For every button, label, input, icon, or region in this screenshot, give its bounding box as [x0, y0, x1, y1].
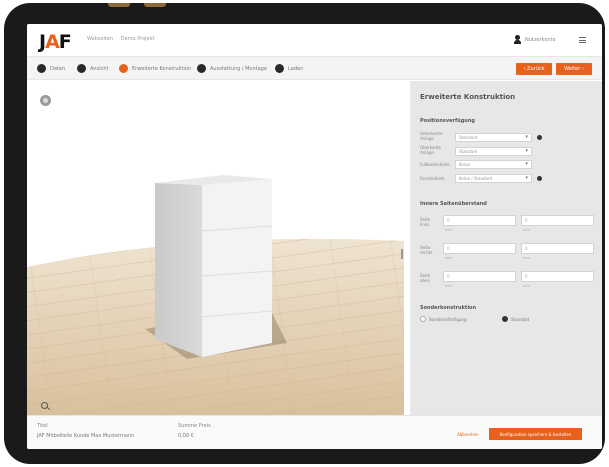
field-label: Oberkante Anlage — [420, 145, 442, 155]
info-icon[interactable] — [537, 135, 542, 140]
option-label: Sonderanfertigung — [429, 316, 467, 322]
step-label: Laden — [288, 65, 304, 72]
step-dot-icon — [119, 64, 128, 73]
value-input[interactable]: 0 — [443, 271, 516, 282]
step-label: Daten — [50, 65, 66, 72]
option-radio[interactable]: Sonderanfertigung — [420, 316, 467, 322]
breadcrumb-item[interactable]: Demo Projekt — [121, 36, 155, 42]
field-label: Seite oben — [420, 273, 431, 283]
settings-panel: Erweiterte Konstruktion Positionsverfügu… — [407, 81, 602, 415]
view-reset-icon[interactable] — [40, 95, 51, 106]
app-screen: JAF Webseiten Demo Projekt Nutzerkonto D… — [27, 24, 602, 449]
next-button[interactable]: Weiter › — [556, 63, 592, 75]
radio-off-icon — [420, 316, 426, 322]
option-label: Standard — [511, 316, 530, 322]
footer-bar: Titel JAF Möbelteile Kunde Max Musterman… — [27, 415, 602, 449]
title-label: Titel — [37, 423, 48, 429]
step-dot-icon — [275, 64, 284, 73]
3d-viewport[interactable] — [27, 81, 404, 415]
title-value: JAF Möbelteile Kunde Max Mustermann — [37, 433, 135, 439]
zoom-icon[interactable] — [41, 402, 48, 409]
hamburger-menu-icon[interactable] — [579, 37, 586, 43]
select-field[interactable]: Standard — [455, 147, 532, 156]
device-top-accent — [144, 3, 166, 7]
unit-label: mm — [445, 284, 452, 288]
tablet-frame: JAF Webseiten Demo Projekt Nutzerkonto D… — [4, 3, 605, 464]
device-top-accent — [108, 3, 130, 7]
breadcrumb: Webseiten Demo Projekt — [87, 36, 160, 42]
scene-render — [27, 81, 404, 415]
back-button[interactable]: ‹ Zurück — [516, 63, 552, 75]
unit-label: mm — [445, 228, 452, 232]
logo[interactable]: JAF — [39, 31, 72, 53]
field-label: Fußbodenhöhe — [420, 162, 450, 167]
step-dot-icon — [197, 64, 206, 73]
save-order-button[interactable]: Konfiguration speichern & bestellen — [489, 428, 582, 440]
field-label: Seite rechts — [420, 245, 433, 255]
unit-label: mm — [523, 256, 530, 260]
value-input[interactable]: 0 — [521, 215, 594, 226]
user-name: Nutzerkonto — [525, 36, 556, 43]
section-title: Positionsverfügung — [420, 118, 475, 124]
step-bar: Daten Ansicht Erweiterte Konstruktion Au… — [27, 56, 602, 80]
cancel-link[interactable]: Abbrechen — [457, 432, 479, 437]
panel-title: Erweiterte Konstruktion — [420, 93, 516, 101]
logo-text: JAF — [39, 31, 72, 53]
unit-label: mm — [523, 284, 530, 288]
value-input[interactable]: 0 — [443, 243, 516, 254]
radio-on-icon — [502, 316, 508, 322]
user-icon — [514, 35, 521, 44]
step-dot-icon — [37, 64, 46, 73]
step-label: Ansicht — [90, 65, 109, 72]
step-label: Ausstattung / Montage — [210, 65, 267, 72]
select-field[interactable]: Keine — [455, 160, 532, 169]
step-label: Erweiterte Konstruktion — [132, 65, 192, 72]
info-icon[interactable] — [537, 176, 542, 181]
price-label: Summe Preis — [178, 423, 211, 429]
breadcrumb-item[interactable]: Webseiten — [87, 36, 113, 42]
field-label: Seite links — [420, 217, 431, 227]
section-title: Sonderkonstruktion — [420, 305, 477, 311]
section-title: Innere Seitenüberstand — [420, 201, 487, 207]
unit-label: mm — [445, 256, 452, 260]
app-header: JAF Webseiten Demo Projekt Nutzerkonto — [27, 24, 602, 56]
step-laden[interactable]: Laden — [275, 64, 303, 73]
step-ausstattung[interactable]: Ausstattung / Montage — [197, 64, 267, 73]
unit-label: mm — [523, 228, 530, 232]
value-input[interactable]: 0 — [521, 271, 594, 282]
option-radio[interactable]: Standard — [502, 316, 529, 322]
value-input[interactable]: 0 — [521, 243, 594, 254]
field-label: Unterkante Anlage — [420, 131, 443, 141]
step-daten[interactable]: Daten — [37, 64, 65, 73]
select-field[interactable]: Keine / Standard — [455, 174, 532, 183]
value-input[interactable]: 0 — [443, 215, 516, 226]
step-erweiterte-konstruktion[interactable]: Erweiterte Konstruktion — [119, 64, 191, 73]
step-ansicht[interactable]: Ansicht — [77, 64, 108, 73]
field-label: Fensterbank — [420, 176, 445, 181]
price-value: 0,00 € — [178, 433, 194, 439]
step-dot-icon — [77, 64, 86, 73]
select-field[interactable]: Standard — [455, 133, 532, 142]
user-account[interactable]: Nutzerkonto — [514, 35, 556, 44]
